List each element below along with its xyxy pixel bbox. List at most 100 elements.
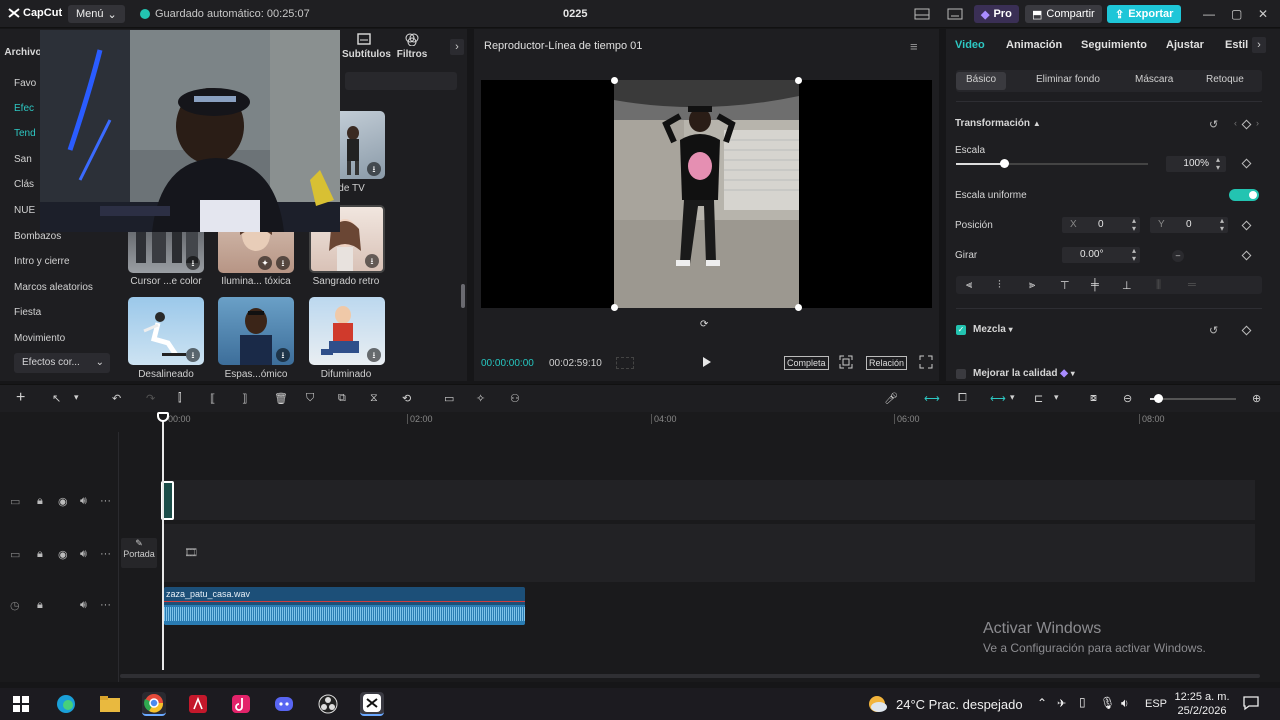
acrobat-icon[interactable] [186, 692, 210, 716]
audio-icon[interactable]: 🔊︎ [80, 599, 87, 612]
chevron-right-icon[interactable]: › [1252, 37, 1266, 53]
keyframe-icon[interactable] [1241, 325, 1252, 336]
uniform-scale-toggle[interactable] [1229, 189, 1259, 201]
align-bottom-icon[interactable]: ⊥ [1122, 279, 1132, 292]
transform-section[interactable]: Transformación ▲ [955, 118, 1041, 129]
resize-handle[interactable] [611, 304, 618, 311]
chevron-down-icon[interactable]: ▾ [1054, 392, 1068, 406]
file-explorer-icon[interactable] [98, 692, 122, 716]
delete-icon[interactable]: 🗑 [274, 392, 288, 406]
layout-icon[interactable] [914, 8, 930, 20]
cursor-icon[interactable]: ↖ [52, 392, 66, 406]
rotate-handle-icon[interactable]: ⟳ [700, 319, 708, 330]
maximize-icon[interactable]: ▢ [1231, 7, 1242, 21]
undo-icon[interactable]: ↶ [112, 392, 126, 406]
tab-ajustar[interactable]: Ajustar [1166, 39, 1204, 51]
stepper-icon[interactable]: ▴ ▾ [1132, 217, 1136, 233]
position-x-input[interactable]: X 0 ▴ ▾ [1062, 217, 1140, 233]
tab-seguimiento[interactable]: Seguimiento [1081, 39, 1147, 51]
add-icon[interactable]: + [16, 389, 30, 406]
close-icon[interactable]: ✕ [1258, 7, 1268, 21]
mirror-icon[interactable]: ⧖ [370, 392, 384, 406]
magic-icon[interactable]: ✧ [476, 392, 490, 406]
download-icon[interactable]: ⭳ [367, 348, 381, 362]
ratio-button[interactable]: Relación [866, 356, 908, 370]
volume-line[interactable] [164, 601, 525, 602]
cover-button[interactable]: ✎ Portada [121, 538, 157, 568]
battery-icon[interactable]: ▯ [1079, 695, 1086, 709]
network-off-icon[interactable]: ✈ [1057, 697, 1066, 710]
person-icon[interactable]: ⚇ [510, 392, 524, 406]
tab-estilo[interactable]: Estil [1225, 39, 1248, 51]
category-item[interactable]: NUE [14, 200, 35, 222]
pro-button[interactable]: ◆ Pro [974, 5, 1019, 23]
timeline-scrollbar[interactable] [120, 674, 1260, 678]
fullscreen-icon[interactable] [919, 355, 933, 369]
rotate-icon[interactable]: ⟲ [402, 392, 416, 406]
chevron-down-icon[interactable]: ▾ [74, 392, 88, 406]
windows-start-icon[interactable] [9, 692, 33, 716]
freeze-icon[interactable]: ▭ [444, 392, 458, 406]
tab-animacion[interactable]: Animación [1006, 39, 1062, 51]
chevron-up-icon[interactable]: ⌃ [1037, 696, 1047, 710]
align-center-h-icon[interactable]: ⫶ [998, 279, 1001, 292]
player-menu-icon[interactable]: ≡ [910, 39, 918, 54]
subtab-eliminar-fondo[interactable]: Eliminar fondo [1036, 74, 1100, 85]
zoom-slider[interactable] [1150, 394, 1236, 403]
time-ruler[interactable]: 00:00 02:00 04:00 06:00 08:00 [0, 412, 1280, 430]
download-icon[interactable]: ⭳ [186, 348, 200, 362]
download-icon[interactable]: ⭳ [367, 162, 381, 176]
clock[interactable]: 12:25 a. m. 25/2/2026 [1172, 691, 1232, 717]
rotate-input[interactable]: 0.00° ▴ ▾ [1062, 247, 1140, 263]
effect-thumb-desalineado[interactable]: ⭳ [128, 297, 204, 365]
audio-icon[interactable]: 🔊︎ [80, 548, 87, 561]
keyframe-icon[interactable] [1241, 220, 1252, 231]
preview-axis-icon[interactable]: ⊏ [1034, 392, 1048, 406]
more-icon[interactable]: ··· [100, 599, 111, 611]
minimize-icon[interactable]: — [1203, 7, 1215, 21]
scale-slider-knob[interactable] [1000, 159, 1009, 168]
eye-icon[interactable]: ◉ [58, 495, 68, 508]
search-input[interactable] [345, 72, 457, 90]
tab-archivo[interactable]: Archivo [2, 47, 44, 58]
weather-text[interactable]: 24°C Prac. despejado [896, 697, 1023, 712]
align-right-icon[interactable]: ⫸ [1029, 279, 1035, 292]
keyframe-icon[interactable] [1241, 250, 1252, 261]
zoom-out-icon[interactable]: ⊖ [1123, 392, 1137, 406]
keyframe-icon[interactable] [1241, 119, 1252, 130]
trim-left-icon[interactable]: ⟦ [210, 392, 224, 406]
resize-handle[interactable] [611, 77, 618, 84]
full-quality-button[interactable]: Completa [784, 356, 829, 370]
discord-icon[interactable] [272, 692, 296, 716]
subtab-retoque[interactable]: Retoque [1206, 74, 1244, 85]
align-top-icon[interactable]: ⊤ [1060, 279, 1070, 292]
menu-button[interactable]: Menú ⌄ [68, 5, 125, 23]
zoom-in-icon[interactable]: ⊕ [1252, 392, 1266, 406]
notification-icon[interactable] [1243, 695, 1259, 711]
lock-icon[interactable]: 🔒︎ [37, 495, 43, 508]
download-icon[interactable]: ⭳ [365, 254, 379, 268]
next-kf-icon[interactable]: › [1256, 118, 1259, 128]
share-button[interactable]: ⬒ Compartir [1025, 5, 1102, 23]
tab-filtros[interactable]: Filtros [390, 33, 434, 60]
position-y-input[interactable]: Y 0 ▴ ▾ [1150, 217, 1228, 233]
chevron-down-icon[interactable]: ▾ [1010, 392, 1024, 406]
download-icon[interactable]: ⭳ [276, 348, 290, 362]
enhance-checkbox[interactable] [956, 369, 966, 379]
category-item[interactable]: Movimiento [14, 328, 65, 350]
tiktok-icon[interactable] [229, 692, 253, 716]
subtab-basico[interactable]: Básico [956, 72, 1007, 90]
track-1[interactable] [163, 480, 1255, 520]
category-item[interactable]: Fiesta [14, 302, 41, 324]
stepper-icon[interactable]: ▴ ▾ [1132, 247, 1136, 263]
chevron-right-icon[interactable]: › [450, 39, 464, 55]
microphone-icon[interactable]: 🎤︎ [884, 392, 898, 406]
enhance-section[interactable]: Mejorar la calidad ◆ ▾ [973, 368, 1075, 379]
snap-icon[interactable]: ⧠ [958, 392, 972, 406]
stepper-icon[interactable]: ▴ ▾ [1220, 217, 1224, 233]
audio-icon[interactable]: 🔊︎ [80, 495, 87, 508]
crop-icon[interactable]: ⧉ [338, 392, 352, 406]
prev-kf-icon[interactable]: ‹ [1234, 118, 1237, 128]
category-item[interactable]: San [14, 149, 32, 171]
more-icon[interactable]: ··· [100, 548, 111, 560]
